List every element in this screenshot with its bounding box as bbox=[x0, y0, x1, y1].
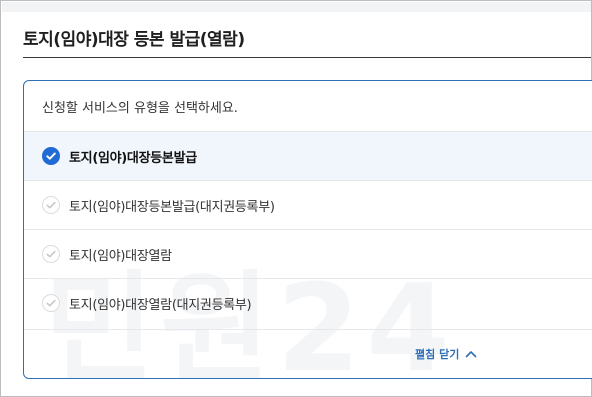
check-circle-filled-icon bbox=[42, 147, 60, 165]
page-title: 토지(임야)대장 등본 발급(열람) bbox=[23, 30, 245, 50]
panel-footer: 펼침 닫기 bbox=[24, 329, 592, 378]
service-option-label: 토지(임야)대장열람(대지권등록부) bbox=[69, 297, 252, 313]
check-circle-outline-icon bbox=[42, 294, 60, 312]
service-option-1[interactable]: 토지(임야)대장등본발급 bbox=[24, 131, 592, 180]
window-frame: 토지(임야)대장 등본 발급(열람) 민원24 신청할 서비스의 유형을 선택하… bbox=[0, 0, 592, 397]
check-circle-outline-icon bbox=[42, 196, 60, 214]
top-strip bbox=[2, 2, 591, 12]
instruction-text: 신청할 서비스의 유형을 선택하세요. bbox=[42, 101, 238, 116]
service-option-4[interactable]: 토지(임야)대장열람(대지권등록부) bbox=[24, 278, 592, 327]
service-option-3[interactable]: 토지(임야)대장열람 bbox=[24, 229, 592, 278]
check-circle-outline-icon bbox=[42, 245, 60, 263]
service-option-label: 토지(임야)대장열람 bbox=[69, 248, 172, 264]
service-type-panel: 민원24 신청할 서비스의 유형을 선택하세요. 토지(임야)대장등본발급 토지… bbox=[23, 80, 592, 379]
service-option-2[interactable]: 토지(임야)대장등본발급(대지권등록부) bbox=[24, 180, 592, 229]
collapse-button[interactable]: 펼침 닫기 bbox=[415, 346, 477, 362]
title-divider bbox=[23, 57, 591, 58]
service-option-label: 토지(임야)대장등본발급 bbox=[69, 150, 197, 166]
service-option-label: 토지(임야)대장등본발급(대지권등록부) bbox=[69, 199, 275, 215]
chevron-up-icon bbox=[465, 348, 477, 361]
collapse-label: 펼침 닫기 bbox=[415, 348, 460, 361]
service-option-list: 토지(임야)대장등본발급 토지(임야)대장등본발급(대지권등록부) 토지(임야)… bbox=[24, 131, 592, 327]
